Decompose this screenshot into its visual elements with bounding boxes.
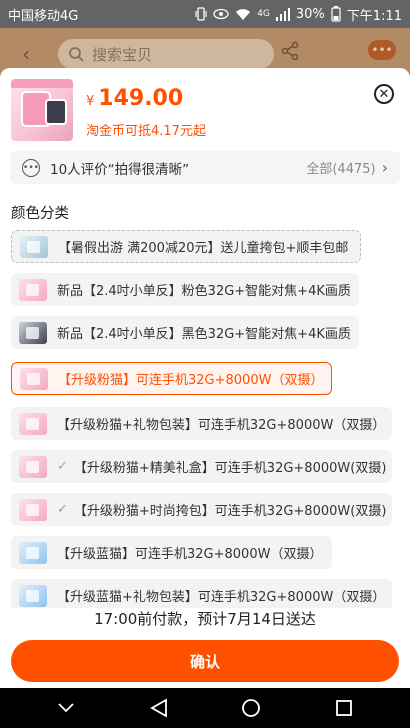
signal-icon — [275, 7, 290, 21]
share-icon[interactable] — [280, 41, 300, 61]
comment-icon: ••• — [22, 158, 40, 177]
option-thumbnail — [19, 321, 47, 344]
thumbnail-camera-screen — [45, 99, 67, 125]
option-label: 【暑假出游 满200减20元】送儿童挎包+顺丰包邮 — [58, 241, 349, 256]
thumbnail-banner — [11, 79, 73, 88]
option-thumbnail — [19, 412, 47, 435]
option-item[interactable]: ✓ 【升级粉猫+时尚挎包】可连手机32G+8000W(双摄) — [11, 493, 392, 526]
battery-percent: 30% — [295, 6, 325, 22]
currency-symbol: ¥ — [86, 94, 95, 109]
option-label: 【升级粉猫+礼物包装】可连手机32G+8000W（双摄） — [57, 418, 386, 433]
option-label: 【升级蓝猫】可连手机32G+8000W（双摄） — [57, 547, 323, 562]
color-options-list[interactable]: 【暑假出游 满200减20元】送儿童挎包+顺丰包邮 新品【2.4吋小单反】粉色3… — [0, 228, 410, 608]
section-title-color: 颜色分类 — [11, 206, 69, 222]
option-label: 新品【2.4吋小单反】黑色32G+智能对焦+4K画质 — [57, 327, 351, 342]
search-bar[interactable]: 搜索宝贝 — [58, 39, 274, 69]
confirm-button[interactable]: 确认 — [11, 640, 399, 682]
option-thumbnail — [20, 235, 48, 258]
price: ¥ 149.00 — [86, 86, 183, 111]
option-label: 【升级粉猫】可连手机32G+8000W（双摄） — [58, 373, 324, 388]
option-label: 【升级粉猫+精美礼盒】可连手机32G+8000W(双摄) — [73, 461, 387, 476]
option-thumbnail — [19, 455, 47, 478]
option-label: 【升级粉猫+时尚挎包】可连手机32G+8000W(双摄) — [73, 504, 387, 519]
option-item[interactable]: 【暑假出游 满200减20元】送儿童挎包+顺丰包邮 — [11, 230, 361, 263]
recents-icon[interactable] — [333, 697, 355, 719]
close-icon: ✕ — [378, 86, 390, 102]
option-label: 新品【2.4吋小单反】粉色32G+智能对焦+4K画质 — [57, 284, 351, 299]
sku-sheet: ¥ 149.00 淘金币可抵4.17元起 ✕ ••• 10人评价“拍得很清晰” … — [0, 68, 410, 688]
vibrate-icon — [195, 7, 207, 21]
review-text: 10人评价“拍得很清晰” — [50, 161, 190, 178]
close-button[interactable]: ✕ — [374, 84, 394, 104]
hide-keyboard-icon[interactable] — [55, 697, 77, 719]
option-thumbnail — [19, 584, 47, 607]
search-icon — [69, 47, 84, 62]
option-thumbnail — [20, 367, 48, 390]
option-thumbnail — [19, 278, 47, 301]
back-nav-icon[interactable] — [148, 697, 170, 719]
option-thumbnail — [19, 498, 47, 521]
wifi-icon — [236, 8, 251, 20]
option-item[interactable]: 【升级粉猫+礼物包装】可连手机32G+8000W（双摄） — [11, 407, 392, 440]
option-item[interactable]: 新品【2.4吋小单反】黑色32G+智能对焦+4K画质 — [11, 316, 359, 349]
coin-discount-text: 淘金币可抵4.17元起 — [86, 124, 206, 139]
system-nav-bar — [0, 688, 410, 728]
more-icon[interactable]: ••• — [368, 40, 396, 60]
option-item[interactable]: 新品【2.4吋小单反】粉色32G+智能对焦+4K画质 — [11, 273, 359, 306]
status-icons: 4G 30% 下午1:11 — [195, 5, 402, 24]
eye-icon — [213, 8, 229, 20]
back-icon[interactable]: ‹ — [22, 42, 30, 66]
search-placeholder: 搜索宝贝 — [92, 45, 153, 64]
carrier-label: 中国移动4G — [8, 8, 79, 24]
option-item[interactable]: ✓ 【升级粉猫+精美礼盒】可连手机32G+8000W(双摄) — [11, 450, 392, 483]
option-label: 【升级蓝猫+礼物包装】可连手机32G+8000W（双摄） — [57, 590, 386, 605]
delivery-estimate: 17:00前付款，预计7月14日送达 — [94, 610, 316, 628]
option-item[interactable]: 【升级蓝猫+礼物包装】可连手机32G+8000W（双摄） — [11, 579, 392, 608]
battery-icon — [331, 6, 341, 22]
product-thumbnail[interactable] — [11, 79, 73, 141]
price-value: 149.00 — [98, 86, 184, 111]
check-icon: ✓ — [57, 459, 68, 474]
status-bar: 中国移动4G 4G 30% 下午1:11 — [0, 0, 410, 28]
review-count: 全部(4475) — [306, 162, 376, 177]
check-icon: ✓ — [57, 502, 68, 517]
option-item[interactable]: 【升级蓝猫】可连手机32G+8000W（双摄） — [11, 536, 332, 569]
option-thumbnail — [19, 541, 47, 564]
home-icon[interactable] — [240, 697, 262, 719]
network-type: 4G — [257, 9, 270, 19]
option-item-selected[interactable]: 【升级粉猫】可连手机32G+8000W（双摄） — [11, 362, 332, 395]
chevron-right-icon: › — [381, 158, 388, 177]
review-summary[interactable]: ••• 10人评价“拍得很清晰” 全部(4475) › — [10, 151, 400, 184]
clock: 下午1:11 — [346, 8, 402, 24]
